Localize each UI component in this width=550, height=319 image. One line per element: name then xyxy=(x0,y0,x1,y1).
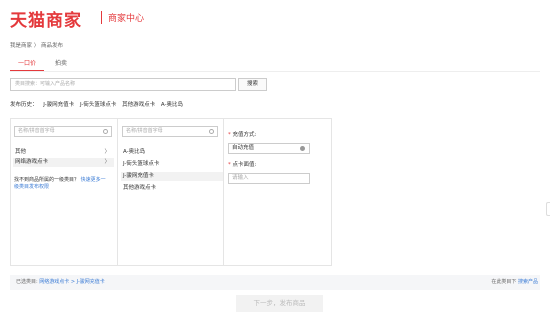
breadcrumb-separator-icon: 〉 xyxy=(33,43,40,49)
select-value: 自动充值 xyxy=(232,145,255,151)
recharge-method-select[interactable]: 自动充值 xyxy=(228,143,310,154)
history-item[interactable]: J-街头篮球点卡 xyxy=(80,102,116,108)
category-item-label: 网络游戏点卡 xyxy=(15,159,49,165)
history-item[interactable]: J-骏网充值卡 xyxy=(43,102,74,108)
recharge-method-label: * 充值方式: xyxy=(228,130,256,138)
hint-text: 在此类目下 xyxy=(491,279,517,285)
publish-history: 发布历史： J-骏网充值卡 J-街头篮球点卡 其他游戏点卡 A-奥比岛 xyxy=(10,100,187,108)
history-label: 发布历史： xyxy=(10,102,38,108)
search-product-hint: 在此类目下 搜索产品 xyxy=(491,275,538,290)
label-text: 点卡面值: xyxy=(232,162,257,168)
tmall-seller-logo: 天猫商家 xyxy=(10,11,82,31)
label-text: 充值方式: xyxy=(232,132,257,138)
search-button[interactable]: 搜索 xyxy=(238,78,267,91)
selected-label: 已选类目: xyxy=(16,279,38,285)
subcategory-filter-input[interactable]: 名称/拼音首字母 xyxy=(122,126,218,137)
breadcrumb-home[interactable]: 我是商家 xyxy=(10,43,32,49)
filter-placeholder: 名称/拼音首字母 xyxy=(18,128,55,134)
search-product-link[interactable]: 搜索产品 xyxy=(518,279,538,285)
subcategory-item-selected[interactable]: J-骏网充值卡 xyxy=(121,172,223,181)
subcategory-item[interactable]: A-奥比岛 xyxy=(121,148,223,157)
tab-divider xyxy=(10,71,540,72)
history-item[interactable]: 其他游戏点卡 xyxy=(122,102,155,108)
subcategory-item[interactable]: J-街头篮球点卡 xyxy=(121,160,223,169)
category-item-other[interactable]: 其他 〉 xyxy=(13,148,114,157)
history-item[interactable]: A-奥比岛 xyxy=(161,102,183,108)
face-value-input[interactable]: 请输入 xyxy=(228,173,310,184)
tab-fixed-price[interactable]: 一口价 xyxy=(10,56,44,71)
category-column-1 xyxy=(10,118,118,266)
category-item-label: 其他 xyxy=(15,149,27,155)
logo-divider xyxy=(101,11,102,24)
tab-auction[interactable]: 拍卖 xyxy=(44,56,78,71)
hint-text: 找不到商品所属的一级类目？ xyxy=(14,177,80,183)
clear-icon[interactable] xyxy=(300,146,305,151)
next-publish-button[interactable]: 下一步，发布商品 xyxy=(236,295,323,312)
side-scroll-tab[interactable] xyxy=(546,202,550,216)
category-filter-input[interactable]: 名称/拼音首字母 xyxy=(14,126,112,137)
chevron-right-icon: 〉 xyxy=(104,149,110,155)
filter-placeholder: 名称/拼音首字母 xyxy=(126,128,163,134)
missing-category-hint: 找不到商品所属的一级类目？ 快速更多一级类目发布权限 xyxy=(14,177,110,191)
search-icon xyxy=(209,129,214,134)
face-value-label: * 点卡面值: xyxy=(228,160,256,168)
breadcrumb-current: 商品发布 xyxy=(41,43,64,49)
required-icon: * xyxy=(228,162,231,168)
chevron-right-icon: 〉 xyxy=(104,159,110,165)
category-search-input[interactable]: 类目搜索：可输入产品名称 xyxy=(10,78,236,91)
search-icon xyxy=(103,129,108,134)
category-item-game-card[interactable]: 网络游戏点卡 〉 xyxy=(13,158,114,167)
required-icon: * xyxy=(228,132,231,138)
selected-category-bar: 已选类目: 网络游戏点卡 > J-骏网充值卡 xyxy=(10,275,540,290)
selected-category-path[interactable]: 网络游戏点卡 > J-骏网充值卡 xyxy=(39,279,104,285)
page-subtitle: 商家中心 xyxy=(108,14,145,24)
breadcrumb: 我是商家 〉 商品发布 xyxy=(10,41,63,49)
subcategory-item[interactable]: 其他游戏点卡 xyxy=(121,184,223,193)
